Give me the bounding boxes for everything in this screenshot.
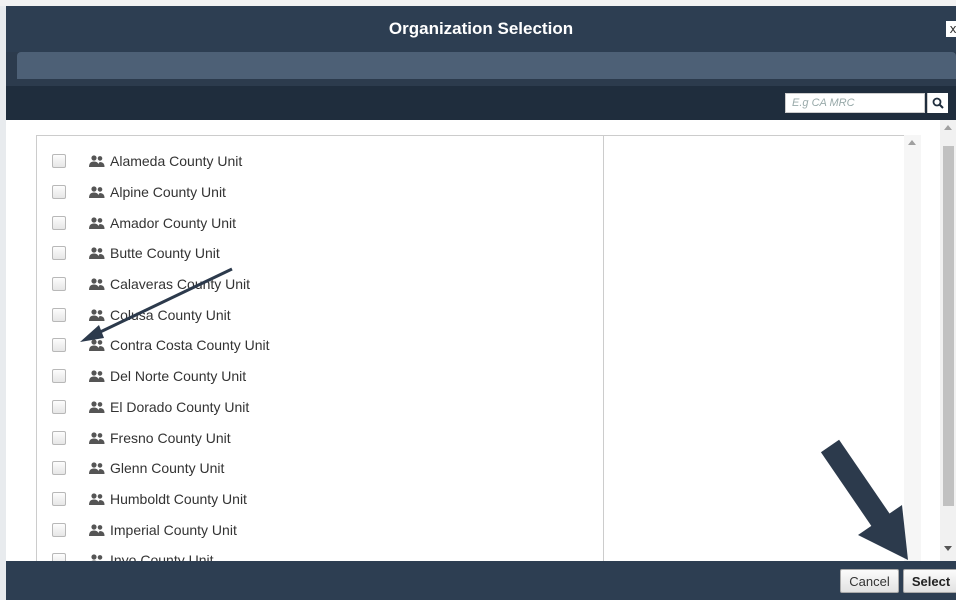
organization-label: Amador County Unit [110, 214, 237, 231]
organization-list-panel: Alameda County Unit Alpine County Unit Ama… [36, 135, 605, 567]
group-icon [89, 217, 105, 229]
organization-checkbox[interactable] [52, 307, 66, 322]
group-icon [89, 155, 105, 168]
organization-checkbox[interactable] [52, 369, 66, 384]
dialog-scrollbar-thumb[interactable] [943, 146, 954, 506]
organization-row[interactable]: Imperial County Unit [37, 514, 585, 545]
organization-checkbox[interactable] [52, 154, 66, 169]
organization-checkbox[interactable] [52, 215, 66, 230]
group-icon [89, 309, 105, 321]
tab-bar [17, 52, 956, 79]
organization-row[interactable]: Calaveras County Unit [37, 269, 585, 300]
selected-panel-scrollbar[interactable] [904, 135, 921, 565]
organization-checkbox[interactable] [52, 246, 66, 261]
close-button[interactable]: x [946, 21, 956, 37]
group-icon [89, 278, 105, 291]
search-input[interactable] [785, 93, 925, 113]
group-icon [89, 493, 105, 505]
search-icon [932, 97, 944, 109]
scroll-up-arrow-icon[interactable] [944, 125, 952, 130]
organization-label: Fresno County Unit [110, 429, 231, 446]
organization-checkbox[interactable] [52, 491, 66, 506]
organization-row[interactable]: Alpine County Unit [37, 177, 585, 208]
organization-row[interactable]: Fresno County Unit [37, 422, 585, 453]
dialog-scrollbar[interactable] [940, 120, 956, 561]
scroll-up-arrow-icon[interactable] [908, 140, 916, 145]
organization-checkbox[interactable] [52, 461, 66, 476]
organization-row[interactable]: Del Norte County Unit [37, 361, 585, 392]
organization-row[interactable]: Butte County Unit [37, 238, 585, 269]
group-icon [89, 401, 105, 413]
organization-label: Colusa County Unit [110, 306, 231, 323]
group-icon [89, 462, 105, 475]
group-icon [89, 186, 105, 199]
organization-label: Alpine County Unit [110, 184, 226, 201]
group-icon [89, 370, 105, 383]
search-bar [6, 86, 956, 120]
organization-checkbox[interactable] [52, 430, 66, 445]
group-icon [89, 339, 105, 352]
organization-selection-dialog: Organization Selection x Alameda County … [6, 6, 956, 600]
organization-label: Imperial County Unit [110, 521, 237, 538]
organization-label: Calaveras County Unit [110, 276, 251, 293]
group-icon [89, 431, 105, 444]
organization-label: Contra Costa County Unit [110, 337, 270, 354]
organization-checkbox[interactable] [52, 277, 66, 292]
organization-row[interactable]: Contra Costa County Unit [37, 330, 585, 361]
organization-label: Alameda County Unit [110, 153, 243, 170]
search-button[interactable] [927, 93, 948, 113]
select-button[interactable]: Select [903, 569, 956, 593]
cancel-button[interactable]: Cancel [840, 569, 899, 593]
group-icon [89, 523, 105, 536]
dialog-titlebar: Organization Selection x [6, 6, 956, 52]
organization-label: Glenn County Unit [110, 460, 225, 477]
organization-checkbox[interactable] [52, 399, 66, 414]
organization-row[interactable]: El Dorado County Unit [37, 392, 585, 423]
dialog-footer: Cancel Select [6, 561, 956, 600]
organization-label: Butte County Unit [110, 245, 220, 262]
organization-checkbox[interactable] [52, 522, 66, 537]
group-icon [89, 247, 105, 260]
scroll-down-arrow-icon[interactable] [944, 546, 952, 551]
organization-label: Del Norte County Unit [110, 368, 247, 385]
organization-row[interactable]: Humboldt County Unit [37, 484, 585, 515]
organization-list: Alameda County Unit Alpine County Unit Ama… [37, 146, 585, 566]
organization-row[interactable]: Alameda County Unit [37, 146, 585, 177]
organization-checkbox[interactable] [52, 338, 66, 353]
organization-checkbox[interactable] [52, 185, 66, 200]
organization-row[interactable]: Colusa County Unit [37, 299, 585, 330]
organization-row[interactable]: Glenn County Unit [37, 453, 585, 484]
organization-label: El Dorado County Unit [110, 398, 250, 415]
organization-label: Humboldt County Unit [110, 490, 247, 507]
selected-organizations-panel [603, 135, 921, 567]
organization-row[interactable]: Amador County Unit [37, 207, 585, 238]
selection-body: Alameda County Unit Alpine County Unit Ama… [6, 120, 956, 567]
dialog-title: Organization Selection [388, 19, 574, 38]
